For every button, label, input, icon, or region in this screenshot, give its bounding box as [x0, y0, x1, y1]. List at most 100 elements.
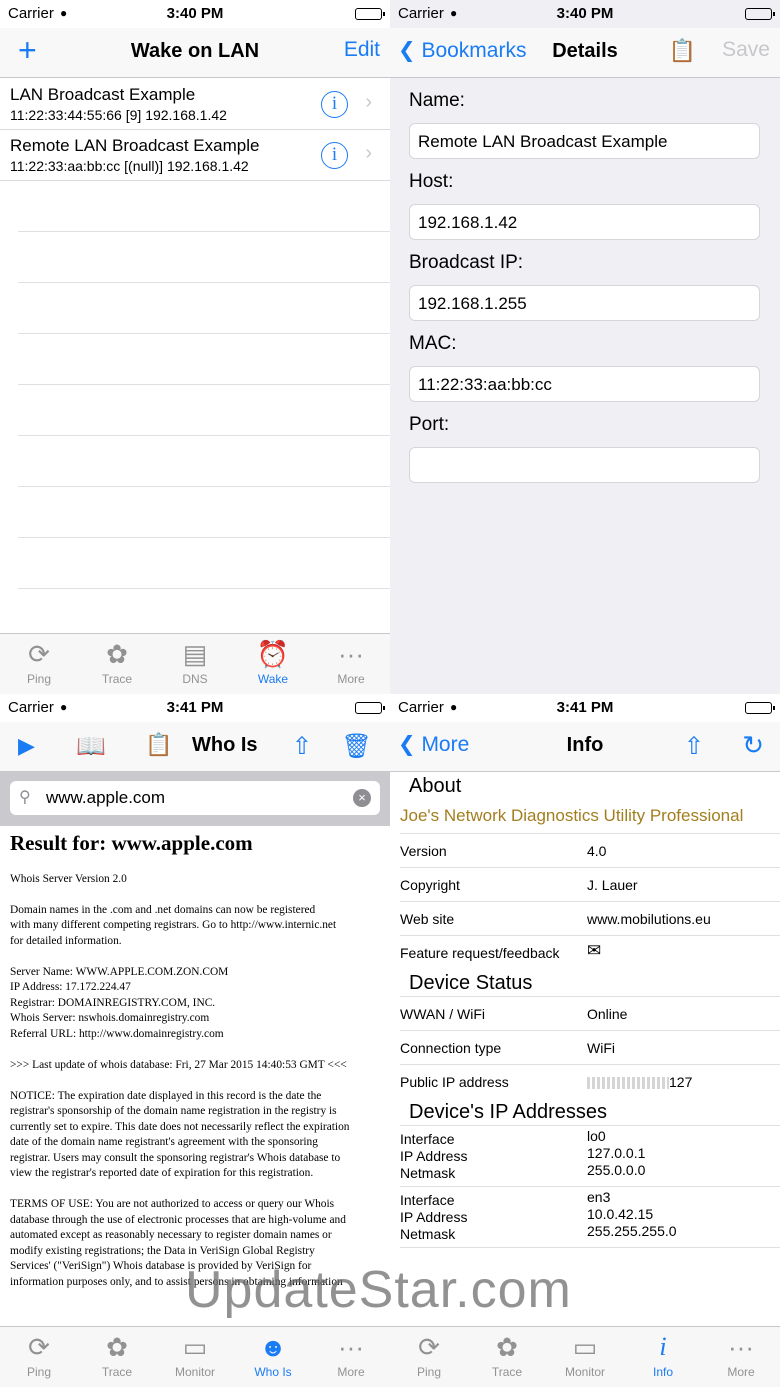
tab-more[interactable]: ··· More [312, 1327, 390, 1387]
tab-ping[interactable]: ⟳ Ping [0, 1327, 78, 1387]
status-bar: Carrier ● 3:41 PM [390, 694, 780, 722]
tab-trace[interactable]: ✿ Trace [78, 1327, 156, 1387]
more-icon: ··· [338, 639, 364, 669]
tab-label: Ping [26, 1365, 52, 1379]
tab-ping[interactable]: ⟳ Ping [390, 1327, 468, 1387]
clipboard-icon[interactable]: 📋 [669, 38, 696, 64]
name-field[interactable]: Remote LAN Broadcast Example [409, 123, 760, 159]
ip-suffix: 127 [669, 1074, 693, 1090]
interface-label: Interface [400, 1131, 455, 1147]
list-item[interactable]: Remote LAN Broadcast Example 11:22:33:aa… [0, 130, 390, 181]
search-bar: ⚲ www.apple.com × [0, 772, 390, 826]
status-bar: Carrier ● 3:41 PM [0, 694, 390, 722]
more-icon: ··· [728, 1332, 754, 1362]
netmask-label: Netmask [400, 1165, 456, 1181]
empty-row [18, 538, 390, 589]
row-value: Online [587, 1006, 628, 1022]
broadcast-ip-field[interactable]: 192.168.1.255 [409, 285, 760, 321]
row-value: 127 [587, 1074, 692, 1090]
play-icon[interactable]: ▶ [18, 733, 35, 759]
info-icon[interactable]: i [321, 142, 348, 169]
result-paragraph: Server Name: WWW.APPLE.COM.ZON.COM IP Ad… [10, 965, 229, 1040]
save-button[interactable]: Save [722, 38, 770, 62]
trash-icon[interactable]: 🗑 [342, 732, 372, 761]
tab-info[interactable]: i Info [624, 1327, 702, 1387]
page-title: Info [566, 734, 604, 756]
whois-result: Result for: www.apple.com Whois Server V… [10, 833, 382, 1306]
navigation-bar: + Wake on LAN Edit [0, 28, 390, 78]
status-bar: Carrier ● 3:40 PM [390, 0, 780, 28]
mail-icon[interactable]: ✉ [587, 941, 601, 961]
empty-row [18, 436, 390, 487]
empty-row [18, 385, 390, 436]
tab-dns[interactable]: ▤ DNS [156, 634, 234, 694]
empty-row [18, 487, 390, 538]
book-icon: ▤ [182, 639, 208, 669]
person-icon: ☻ [259, 1332, 287, 1362]
port-label: Port: [409, 414, 450, 435]
share-icon[interactable]: ⇧ [684, 732, 704, 761]
clipboard-icon[interactable]: 📋 [145, 732, 172, 758]
broadcast-ip-label: Broadcast IP: [409, 252, 524, 273]
clock: 3:40 PM [556, 5, 614, 22]
refresh-icon: ⟳ [28, 639, 50, 669]
navigation-bar: ❮ More Info ⇧ ↻ [390, 722, 780, 772]
bookmark-list: LAN Broadcast Example 11:22:33:44:55:66 … [0, 79, 390, 589]
host-field[interactable]: 192.168.1.42 [409, 204, 760, 240]
clock: 3:41 PM [166, 699, 224, 716]
tab-bar: ⟳ Ping ✿ Trace ▭ Monitor ☻ Who Is ··· More [0, 1326, 390, 1387]
tab-ping[interactable]: ⟳ Ping [0, 634, 78, 694]
row-key: WWAN / WiFi [400, 1006, 486, 1022]
tab-label: Trace [101, 1365, 133, 1379]
tab-more[interactable]: ··· More [312, 634, 390, 694]
tab-monitor[interactable]: ▭ Monitor [546, 1327, 624, 1387]
info-row-public-ip: Public IP address 127 [400, 1064, 780, 1098]
status-bar: Carrier ● 3:40 PM [0, 0, 390, 28]
port-field[interactable] [409, 447, 760, 483]
paw-icon: ✿ [496, 1332, 518, 1362]
tab-label: Monitor [564, 1365, 605, 1379]
info-row-website[interactable]: Web site www.mobilutions.eu [400, 901, 780, 935]
bookmarks-icon[interactable]: 📖 [76, 732, 106, 761]
tab-trace[interactable]: ✿ Trace [468, 1327, 546, 1387]
refresh-icon[interactable]: ↻ [742, 730, 764, 761]
tab-wake[interactable]: ⏰ Wake [234, 634, 312, 694]
edit-button[interactable]: Edit [344, 38, 380, 62]
tab-label: More [337, 1365, 365, 1379]
row-key: Feature request/feedback [400, 945, 560, 961]
ip-label: IP Address [400, 1209, 468, 1225]
search-input[interactable]: ⚲ www.apple.com × [10, 781, 380, 815]
row-key: Copyright [400, 877, 460, 893]
monitor-icon: ▭ [572, 1332, 598, 1362]
alarm-clock-icon: ⏰ [256, 639, 290, 669]
tab-monitor[interactable]: ▭ Monitor [156, 1327, 234, 1387]
list-item[interactable]: LAN Broadcast Example 11:22:33:44:55:66 … [0, 79, 390, 130]
row-key: Public IP address [400, 1074, 509, 1090]
watermark: UpdateStar.com [185, 1261, 572, 1319]
tab-label: Trace [101, 672, 133, 686]
tab-trace[interactable]: ✿ Trace [78, 634, 156, 694]
interface-block: Interface IP Address Netmask en3 10.0.42… [400, 1186, 780, 1248]
search-text: www.apple.com [46, 788, 166, 807]
details-screen: Carrier ● 3:40 PM ❮ Bookmarks Details 📋 … [390, 0, 780, 694]
clock: 3:40 PM [166, 5, 224, 22]
mac-field[interactable]: 11:22:33:aa:bb:cc [409, 366, 760, 402]
clear-icon[interactable]: × [353, 789, 371, 807]
result-paragraph: Whois Server Version 2.0 [10, 872, 127, 885]
more-icon: ··· [338, 1332, 364, 1362]
row-value: J. Lauer [587, 877, 638, 893]
share-icon[interactable]: ⇧ [292, 732, 312, 761]
row-key: Web site [400, 911, 455, 927]
section-header-about: About [409, 775, 462, 797]
result-paragraph: NOTICE: The expiration date displayed in… [10, 1089, 350, 1180]
info-row-version: Version 4.0 [400, 833, 780, 867]
info-icon[interactable]: i [321, 91, 348, 118]
info-row-feedback[interactable]: Feature request/feedback ✉ [400, 935, 780, 969]
result-paragraph: >>> Last update of whois database: Fri, … [10, 1058, 347, 1071]
redacted-ip [587, 1077, 669, 1090]
tab-more[interactable]: ··· More [702, 1327, 780, 1387]
tab-label: Who Is [254, 1365, 292, 1379]
interface-value: en3 [587, 1189, 611, 1205]
tab-bar: ⟳ Ping ✿ Trace ▤ DNS ⏰ Wake ··· More [0, 633, 390, 694]
tab-whois[interactable]: ☻ Who Is [234, 1327, 312, 1387]
